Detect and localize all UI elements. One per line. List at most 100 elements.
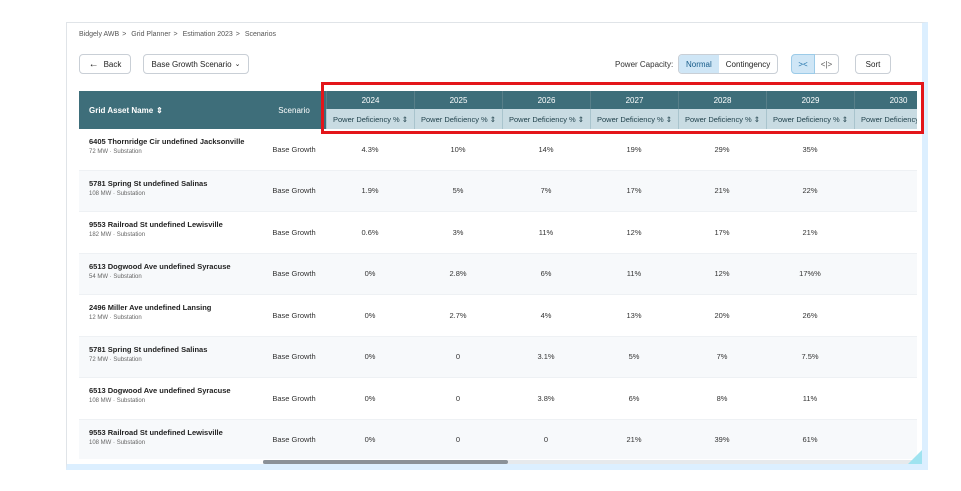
deficiency-value: 2.7% <box>449 310 467 320</box>
value-cells: 1.9% 5% 7% 17% 21% 22% 22% <box>326 171 917 212</box>
deficiency-value: 7% <box>540 186 552 196</box>
sort-icon[interactable]: ⇕ <box>156 106 163 115</box>
asset-name[interactable]: 6513 Dogwood Ave undefined Syracuse <box>89 262 262 271</box>
asset-name[interactable]: 5781 Spring St undefined Salinas <box>89 345 262 354</box>
asset-cell: 6513 Dogwood Ave undefined Syracuse 54 MW… <box>79 254 262 295</box>
deficiency-value: 2.8% <box>449 269 467 279</box>
scenario-cell: Base Growth <box>272 186 316 196</box>
deficiency-value: 11% <box>802 393 818 403</box>
deficiency-value: 39% <box>714 435 730 445</box>
back-button[interactable]: ← Back <box>79 54 131 74</box>
breadcrumb-item[interactable]: Bidgely AWB <box>79 31 119 38</box>
deficiency-value: 0 <box>455 352 461 362</box>
table-body: 6405 Thornridge Cir undefined Jacksonvil… <box>79 129 917 459</box>
deficiency-value: 4.3% <box>361 144 379 154</box>
asset-name[interactable]: 5781 Spring St undefined Salinas <box>89 179 262 188</box>
deficiency-value: 11% <box>538 227 554 237</box>
table-row[interactable]: 5781 Spring St undefined Salinas 72 MW · … <box>79 336 917 378</box>
asset-name[interactable]: 6405 Thornridge Cir undefined Jacksonvil… <box>89 137 262 146</box>
deficiency-value: 21% <box>714 186 730 196</box>
expand-columns-icon[interactable]: <|> <box>815 54 839 74</box>
breadcrumb-separator: > <box>173 31 178 38</box>
scenario-cell: Base Growth <box>272 352 316 362</box>
asset-capacity: 108 MW <box>89 398 112 404</box>
asset-capacity: 72 MW <box>89 149 109 155</box>
view-toggle: >< <|> <box>791 54 839 74</box>
capacity-option-normal[interactable]: Normal <box>679 55 719 73</box>
sort-button[interactable]: Sort <box>855 54 891 74</box>
deficiency-value: 0% <box>364 352 376 362</box>
deficiency-value: 61% <box>802 435 818 445</box>
asset-name[interactable]: 9553 Railroad St undefined Lewisville <box>89 428 262 437</box>
asset-cell: 6513 Dogwood Ave undefined Syracuse 108 M… <box>79 378 262 419</box>
breadcrumb-item[interactable]: Estimation 2023 <box>183 31 233 38</box>
asset-meta: 108 MW · Substation <box>89 191 262 197</box>
deficiency-value: 17% <box>626 186 642 196</box>
deficiency-value: 13% <box>626 310 642 320</box>
collapse-columns-icon[interactable]: >< <box>791 54 815 74</box>
asset-capacity: 108 MW <box>89 439 112 446</box>
deficiency-value: 17%% <box>799 269 821 279</box>
deficiency-value: 7% <box>716 352 728 362</box>
deficiency-value: 0% <box>364 435 376 445</box>
deficiency-value: 1.9% <box>361 186 379 196</box>
deficiency-value: 12% <box>714 269 730 279</box>
asset-meta: 12 MW · Substation <box>89 315 262 321</box>
scenario-cell: Base Growth <box>272 393 316 403</box>
deficiency-value: 11% <box>626 269 642 279</box>
asset-meta: 72 MW · Substation <box>89 357 262 363</box>
deficiency-value: 7.5% <box>801 352 819 362</box>
column-header-scenario: Scenario <box>262 91 326 129</box>
horizontal-scrollbar[interactable] <box>263 460 915 464</box>
breadcrumb-item[interactable]: Grid Planner <box>131 31 170 38</box>
capacity-option-contingency[interactable]: Contingency <box>719 55 777 73</box>
asset-name[interactable]: 6513 Dogwood Ave undefined Syracuse <box>89 386 262 395</box>
deficiency-value: 3% <box>452 227 464 237</box>
value-cells: 0% 0 3.1% 5% 7% 7.5% 7.5% <box>326 337 917 378</box>
breadcrumb-item[interactable]: Scenarios <box>245 31 276 38</box>
asset-cell: 2496 Miller Ave undefined Lansing 12 MW ·… <box>79 295 262 336</box>
scenario-cell: Base Growth <box>272 269 316 279</box>
breadcrumb-separator: > <box>235 31 240 38</box>
deficiency-value: 0% <box>364 393 376 403</box>
asset-capacity: 182 MW <box>89 232 112 238</box>
asset-name[interactable]: 9553 Railroad St undefined Lewisville <box>89 220 262 229</box>
deficiency-value: 22% <box>802 186 818 196</box>
table-row[interactable]: 6513 Dogwood Ave undefined Syracuse 54 MW… <box>79 253 917 295</box>
table-row[interactable]: 6405 Thornridge Cir undefined Jacksonvil… <box>79 129 917 171</box>
scenario-cell: Base Growth <box>272 227 316 237</box>
breadcrumb-separator: > <box>122 31 127 38</box>
highlight-box <box>321 82 924 134</box>
table-row[interactable]: 9553 Railroad St undefined Lewisville 182… <box>79 212 917 254</box>
deficiency-value: 21% <box>626 435 642 445</box>
column-header-asset-label: Grid Asset Name <box>89 105 154 115</box>
deficiency-value: 17%% <box>854 254 917 295</box>
column-header-asset[interactable]: Grid Asset Name ⇕ <box>79 91 262 129</box>
asset-meta: 108 MW · Substation <box>89 440 262 446</box>
deficiency-value: 35% <box>854 129 917 170</box>
table-row[interactable]: 5781 Spring St undefined Salinas 108 MW ·… <box>79 170 917 212</box>
table-row[interactable]: 2496 Miller Ave undefined Lansing 12 MW ·… <box>79 295 917 337</box>
asset-meta: 108 MW · Substation <box>89 398 262 404</box>
deficiency-value: 22% <box>854 171 917 212</box>
table-row[interactable]: 9553 Railroad St undefined Lewisville 108… <box>79 419 917 460</box>
value-cells: 0% 2.8% 6% 11% 12% 17%% 17%% <box>326 254 917 295</box>
deficiency-value: 29% <box>714 144 730 154</box>
deficiency-value: 0% <box>364 310 376 320</box>
value-cells: 0% 0 3.8% 6% 8% 11% 11% <box>326 378 917 419</box>
asset-name[interactable]: 2496 Miller Ave undefined Lansing <box>89 303 262 312</box>
scrollbar-thumb[interactable] <box>263 460 508 464</box>
scenario-dropdown[interactable]: Base Growth Scenario ⌄ <box>143 54 249 74</box>
deficiency-value: 0 <box>455 435 461 445</box>
table-row[interactable]: 6513 Dogwood Ave undefined Syracuse 108 M… <box>79 378 917 420</box>
asset-type: Substation <box>113 273 142 280</box>
value-cells: 4.3% 10% 14% 19% 29% 35% 35% <box>326 129 917 170</box>
deficiency-value: 0.6% <box>361 227 379 237</box>
scenario-cell: Base Growth <box>272 435 316 445</box>
deficiency-value: 17% <box>714 227 730 237</box>
chevron-down-icon: ⌄ <box>234 61 241 68</box>
asset-cell: 9553 Railroad St undefined Lewisville 108… <box>79 420 262 460</box>
deficiency-value: 0 <box>455 393 461 403</box>
scenario-cell: Base Growth <box>272 310 316 320</box>
asset-cell: 6405 Thornridge Cir undefined Jacksonvil… <box>79 129 262 170</box>
